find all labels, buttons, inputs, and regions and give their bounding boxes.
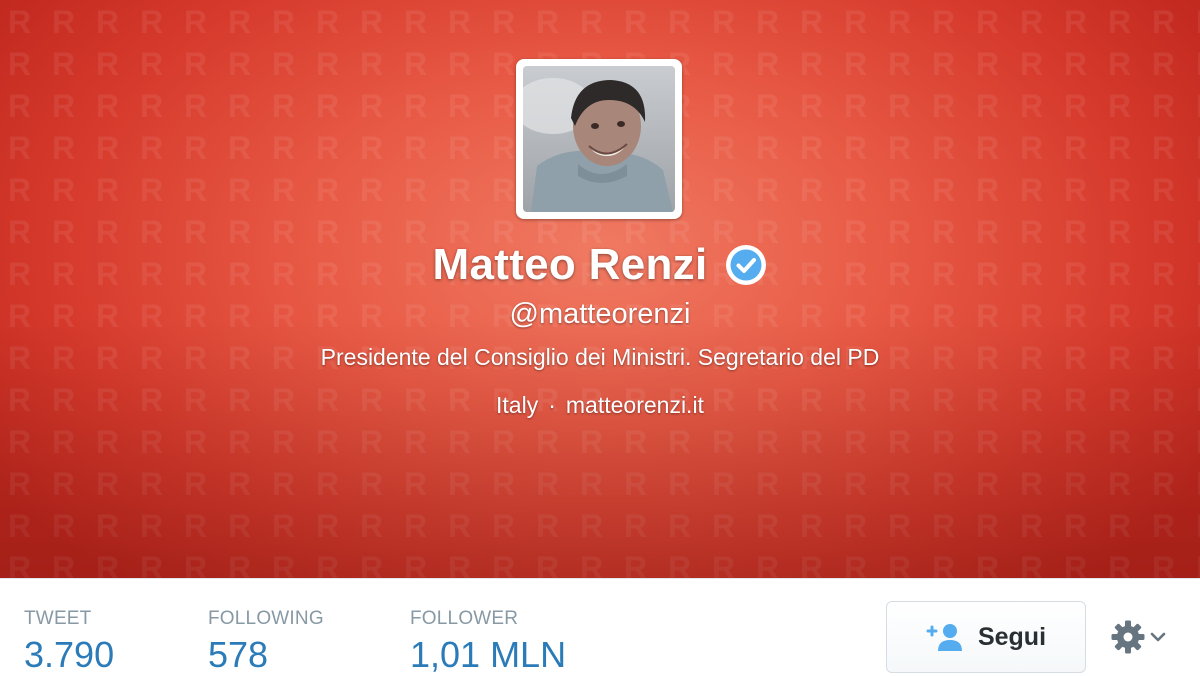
add-user-icon — [926, 624, 962, 651]
display-name: Matteo Renzi — [432, 240, 708, 289]
stat-followers[interactable]: FOLLOWER 1,01 MLN — [410, 608, 566, 676]
verified-badge-icon — [726, 245, 767, 285]
profile-banner: R Matteo Renzi — [0, 0, 1200, 578]
stat-value-following: 578 — [208, 634, 269, 675]
profile-website-link[interactable]: matteorenzi.it — [566, 392, 704, 418]
avatar-photo — [523, 66, 675, 212]
stat-label-followers: FOLLOWER — [410, 608, 519, 629]
stat-value-tweets: 3.790 — [24, 634, 115, 675]
stat-label-following: FOLLOWING — [208, 608, 324, 629]
stat-tweets[interactable]: TWEET 3.790 — [24, 608, 114, 676]
profile-nav: TWEET 3.790 FOLLOWING 578 FOLLOWER 1,01 … — [0, 578, 1200, 676]
settings-dropdown[interactable] — [1110, 617, 1172, 657]
follow-button-label: Segui — [977, 622, 1047, 651]
stat-label-tweets: TWEET — [24, 608, 92, 629]
name-row: Matteo Renzi — [0, 236, 1200, 294]
gear-icon — [1111, 620, 1145, 654]
profile-meta: Italy · matteorenzi.it — [0, 392, 1200, 419]
avatar[interactable] — [516, 59, 682, 219]
meta-separator: · — [548, 392, 556, 418]
profile-bio: Presidente del Consiglio dei Ministri. S… — [320, 344, 880, 370]
stat-following[interactable]: FOLLOWING 578 — [208, 608, 324, 676]
chevron-down-icon — [1150, 632, 1166, 642]
stat-value-followers: 1,01 MLN — [410, 634, 567, 675]
screen-name: @matteorenzi — [509, 298, 691, 330]
profile-location: Italy — [496, 392, 539, 418]
follow-button[interactable]: Segui — [886, 601, 1086, 673]
